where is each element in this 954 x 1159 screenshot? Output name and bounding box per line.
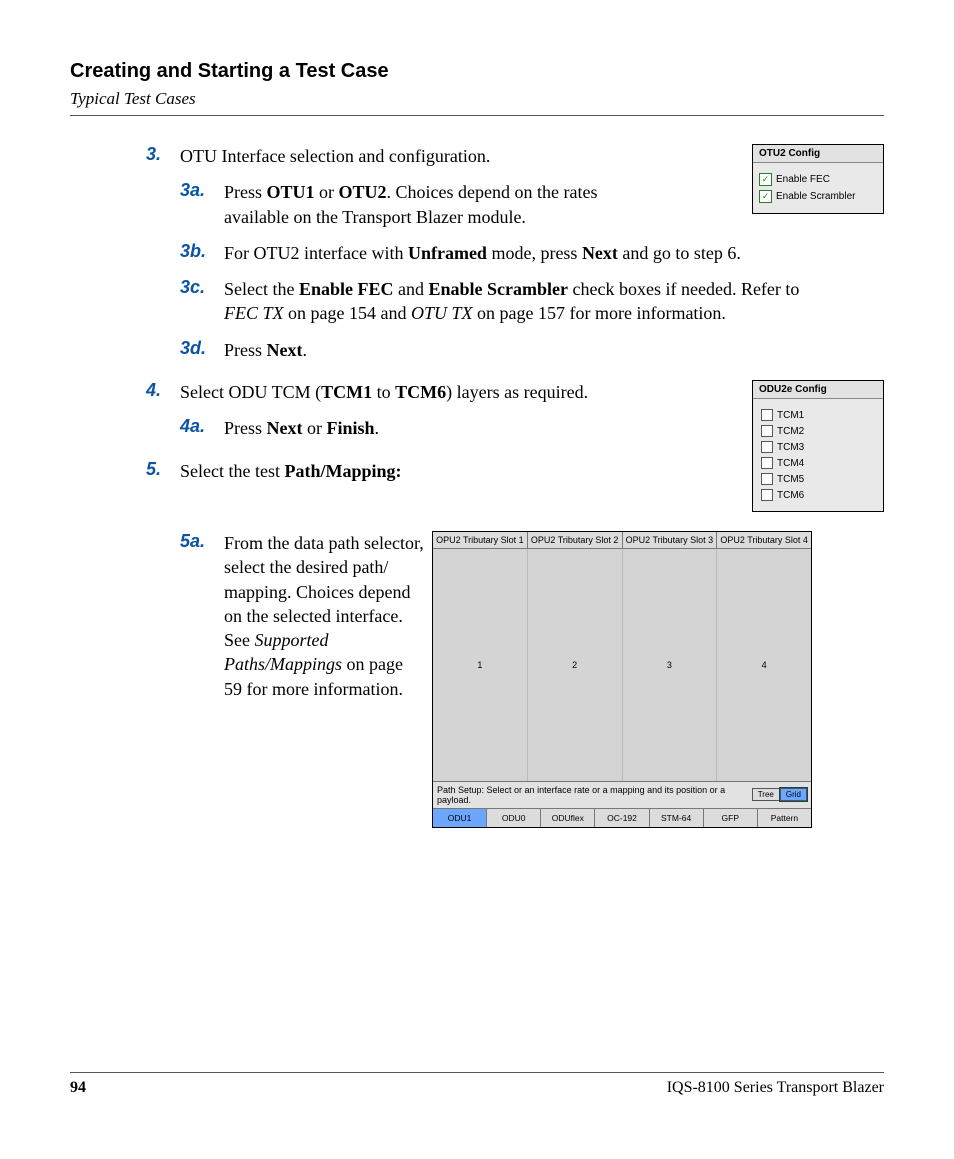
tcm1-checkbox[interactable] [761,409,773,421]
step-3b-num: 3b. [180,241,206,262]
step-3-num: 3. [146,144,161,165]
page-number: 94 [70,1079,86,1097]
t: Next [582,243,618,263]
step-3a: 3a. Press OTU1 or OTU2. Choices depend o… [180,180,654,229]
t: Press [224,418,267,438]
step-3c: 3c. Select the Enable FEC and Enable Scr… [180,277,824,326]
step-5a-num: 5a. [180,531,205,552]
grid-status-text: Path Setup: Select or an interface rate … [437,785,752,805]
step-5-num: 5. [146,459,161,480]
step-3-text: OTU Interface selection and configuratio… [180,144,610,168]
t: FEC TX [224,303,284,323]
footer-stm64-button[interactable]: STM-64 [650,809,704,827]
t: . [303,340,308,360]
grid-header-4: OPU2 Tributary Slot 4 [717,532,811,548]
enable-fec-label: Enable FEC [776,174,830,185]
t: OTU1 [267,182,315,202]
tcm3-label: TCM3 [777,442,804,453]
header-rule [70,115,884,116]
t: mode, press [487,243,582,263]
otu2-config-panel: OTU2 Config ✓ Enable FEC ✓ Enable Scramb… [752,144,884,214]
enable-fec-checkbox[interactable]: ✓ [759,173,772,186]
t: on page 154 and [284,303,411,323]
footer-odu1-button[interactable]: ODU1 [433,809,487,827]
grid-cell-2[interactable]: 2 [528,549,623,781]
tcm2-label: TCM2 [777,426,804,437]
t: to [372,382,395,402]
page-footer: 94 IQS-8100 Series Transport Blazer [70,1064,884,1097]
t: Next [267,340,303,360]
step-4a-num: 4a. [180,416,205,437]
t: on page 157 for more information. [473,303,726,323]
t: Select ODU TCM ( [180,382,321,402]
footer-gfp-button[interactable]: GFP [704,809,758,827]
step-3b: 3b. For OTU2 interface with Unframed mod… [180,241,824,265]
step-4-num: 4. [146,380,161,401]
enable-scrambler-label: Enable Scrambler [776,191,855,202]
footer-oc192-button[interactable]: OC-192 [595,809,649,827]
odu2e-config-title: ODU2e Config [753,381,883,399]
t: Next [267,418,303,438]
footer-product: IQS-8100 Series Transport Blazer [667,1079,884,1097]
t: and [394,279,429,299]
footer-oduflex-button[interactable]: ODUflex [541,809,595,827]
grid-header-3: OPU2 Tributary Slot 3 [623,532,718,548]
grid-cell-3[interactable]: 3 [623,549,718,781]
step-3c-num: 3c. [180,277,205,298]
t: Press [224,340,267,360]
t: For OTU2 interface with [224,243,408,263]
t: Select the test [180,461,284,481]
t: Enable Scrambler [429,279,569,299]
t: TCM1 [321,382,372,402]
step-3: 3. OTU Interface selection and configura… [180,144,884,362]
view-tree-button[interactable]: Tree [752,788,780,801]
page-title: Creating and Starting a Test Case [70,60,884,83]
step-4: 4. Select ODU TCM (TCM1 to TCM6) layers … [180,380,884,441]
t: OTU2 [339,182,387,202]
step-3d: 3d. Press Next. [180,338,884,362]
step-4a: 4a. Press Next or Finish. [180,416,624,440]
footer-pattern-button[interactable]: Pattern [758,809,811,827]
t: TCM6 [395,382,446,402]
page-subtitle: Typical Test Cases [70,89,884,109]
tcm3-checkbox[interactable] [761,441,773,453]
step-3a-num: 3a. [180,180,205,201]
view-grid-button[interactable]: Grid [780,788,807,801]
footer-rule [70,1072,884,1073]
t: Unframed [408,243,487,263]
t: Finish [327,418,375,438]
t: Enable FEC [299,279,394,299]
t: ) layers as required. [446,382,588,402]
t: or [303,418,327,438]
t: check boxes if needed. Refer to [568,279,799,299]
t: and go to step 6. [618,243,741,263]
grid-header-1: OPU2 Tributary Slot 1 [433,532,528,548]
t: Path/Mapping: [284,461,401,481]
grid-cell-4[interactable]: 4 [717,549,811,781]
tcm1-label: TCM1 [777,410,804,421]
otu2-config-title: OTU2 Config [753,145,883,163]
grid-header-2: OPU2 Tributary Slot 2 [528,532,623,548]
grid-cell-1[interactable]: 1 [433,549,528,781]
footer-odu0-button[interactable]: ODU0 [487,809,541,827]
t: Select the [224,279,299,299]
step-3d-num: 3d. [180,338,206,359]
t: . [375,418,380,438]
t: Press [224,182,267,202]
t: or [315,182,339,202]
enable-scrambler-checkbox[interactable]: ✓ [759,190,772,203]
tcm2-checkbox[interactable] [761,425,773,437]
step-5: 5. Select the test Path/Mapping: 5a. Fro… [180,459,884,701]
t: OTU TX [411,303,473,323]
tributary-grid-panel: OPU2 Tributary Slot 1 OPU2 Tributary Slo… [432,531,812,828]
step-5a: 5a. From the data path selector, select … [180,531,884,701]
